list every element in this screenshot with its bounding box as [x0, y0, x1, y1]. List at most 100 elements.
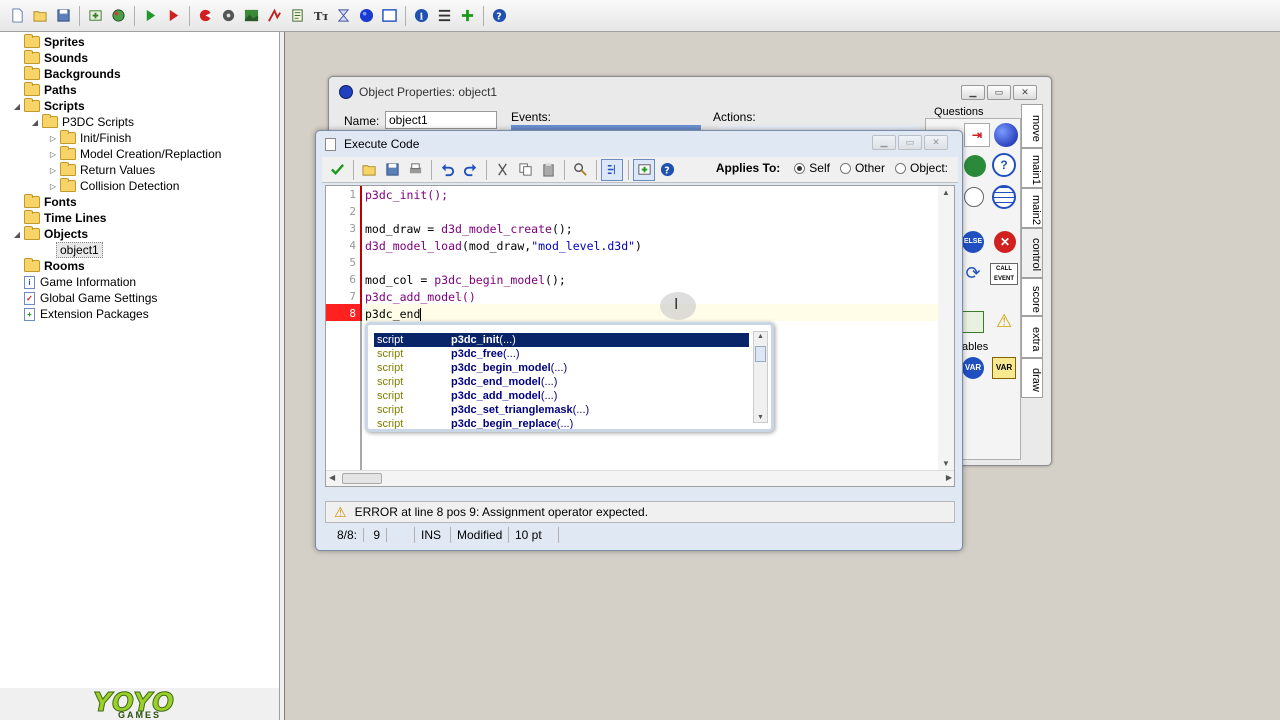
tab-draw[interactable]: draw	[1021, 358, 1043, 398]
create-object-icon[interactable]	[355, 5, 377, 27]
dice-icon[interactable]	[964, 155, 986, 177]
expanded-arrow-icon[interactable]: ◢	[30, 118, 40, 127]
scroll-up-arrow-icon[interactable]: ▲	[942, 188, 950, 197]
scroll-thumb[interactable]	[342, 473, 382, 484]
tree-item-paths[interactable]: Paths	[12, 82, 77, 98]
create-room-icon[interactable]	[378, 5, 400, 27]
autocomplete-item[interactable]: script p3dc_set_trianglemask (...)	[374, 403, 749, 417]
tree-item-sprites[interactable]: Sprites	[12, 34, 85, 50]
expanded-arrow-icon[interactable]: ◢	[12, 102, 22, 111]
call-event-icon[interactable]: CALL EVENT	[990, 263, 1018, 285]
search-icon[interactable]	[569, 159, 591, 181]
maximize-button[interactable]: ▭	[987, 85, 1011, 100]
create-background-icon[interactable]	[240, 5, 262, 27]
tree-item-object1[interactable]: object1	[56, 242, 103, 258]
paste-icon[interactable]	[537, 159, 559, 181]
tree-item-fonts[interactable]: Fonts	[12, 194, 77, 210]
tree-item-p3dc-scripts[interactable]: ◢ P3DC Scripts	[30, 114, 134, 130]
self-radio[interactable]	[794, 162, 806, 174]
close-button[interactable]: ✕	[924, 135, 948, 150]
cut-icon[interactable]	[491, 159, 513, 181]
other-radio[interactable]	[839, 162, 851, 174]
create-font-icon[interactable]: Tт	[309, 5, 331, 27]
debug-run-icon[interactable]	[162, 5, 184, 27]
syntax-check-icon[interactable]	[601, 158, 623, 181]
autocomplete-item[interactable]: script p3dc_begin_replace (...)	[374, 417, 749, 429]
autocomplete-item[interactable]: script p3dc_begin_model (...)	[374, 361, 749, 375]
save-icon[interactable]	[381, 159, 403, 181]
tree-item-objects[interactable]: ◢ Objects	[12, 226, 88, 242]
tab-main2[interactable]: main2	[1021, 188, 1043, 228]
tree-item-game-information[interactable]: i Game Information	[24, 274, 136, 290]
stop-icon[interactable]: ✕	[994, 231, 1016, 253]
create-timeline-icon[interactable]	[332, 5, 354, 27]
save-icon[interactable]	[52, 5, 74, 27]
globe-icon[interactable]	[107, 5, 129, 27]
collapsed-arrow-icon[interactable]: ▷	[48, 182, 58, 191]
tree-item-model-creation[interactable]: ▷ Model Creation/Replaction	[48, 146, 221, 162]
clock-icon[interactable]	[964, 187, 984, 207]
open-folder-icon[interactable]	[29, 5, 51, 27]
checkmark-icon[interactable]	[326, 159, 348, 181]
extension-icon[interactable]	[456, 5, 478, 27]
name-field[interactable]: object1	[385, 111, 497, 129]
repeat-icon[interactable]: ⟳	[962, 263, 984, 285]
collapsed-arrow-icon[interactable]: ▷	[48, 150, 58, 159]
tree-item-backgrounds[interactable]: Backgrounds	[12, 66, 121, 82]
tree-item-sounds[interactable]: Sounds	[12, 50, 88, 66]
vertical-scrollbar[interactable]: ▲ ▼	[938, 186, 954, 470]
run-icon[interactable]	[139, 5, 161, 27]
tab-main1[interactable]: main1	[1021, 148, 1043, 188]
autocomplete-item[interactable]: script p3dc_add_model (...)	[374, 389, 749, 403]
maximize-button[interactable]: ▭	[898, 135, 922, 150]
open-folder-icon[interactable]	[358, 159, 380, 181]
redo-icon[interactable]	[459, 159, 481, 181]
collapsed-arrow-icon[interactable]: ▷	[48, 134, 58, 143]
tree-item-collision-detection[interactable]: ▷ Collision Detection	[48, 178, 179, 194]
tree-item-init-finish[interactable]: ▷ Init/Finish	[48, 130, 131, 146]
scroll-left-arrow-icon[interactable]: ◀	[329, 473, 335, 482]
tree-item-scripts[interactable]: ◢ Scripts	[12, 98, 85, 114]
warning-icon[interactable]: ⚠	[996, 311, 1012, 332]
tab-control[interactable]: control	[1021, 228, 1043, 278]
tree-item-extension-packages[interactable]: + Extension Packages	[24, 306, 149, 322]
object-radio[interactable]	[894, 162, 906, 174]
publish-icon[interactable]	[84, 5, 106, 27]
grid-icon[interactable]	[992, 185, 1016, 209]
copy-icon[interactable]	[514, 159, 536, 181]
scroll-right-arrow-icon[interactable]: ▶	[946, 473, 952, 482]
close-button[interactable]: ✕	[1013, 85, 1037, 100]
draw-var-icon[interactable]: VAR	[992, 357, 1016, 379]
tab-score[interactable]: score	[1021, 278, 1043, 316]
game-settings-icon[interactable]	[433, 5, 455, 27]
tab-move[interactable]: move	[1021, 104, 1043, 148]
horizontal-scrollbar[interactable]: ◀ ▶	[326, 470, 954, 486]
blue-ball-icon[interactable]	[994, 123, 1018, 147]
create-script-icon[interactable]	[286, 5, 308, 27]
create-sprite-icon[interactable]	[194, 5, 216, 27]
else-icon[interactable]: ELSE	[962, 231, 984, 253]
print-icon[interactable]	[404, 159, 426, 181]
expanded-arrow-icon[interactable]: ◢	[12, 230, 22, 239]
autocomplete-popup[interactable]: script p3dc_init (...) script p3dc_free (.…	[365, 322, 774, 432]
scroll-thumb[interactable]	[755, 346, 766, 362]
create-path-icon[interactable]	[263, 5, 285, 27]
help-icon[interactable]: ?	[656, 159, 678, 181]
scroll-down-arrow-icon[interactable]: ▼	[942, 459, 950, 468]
tree-item-time-lines[interactable]: Time Lines	[12, 210, 106, 226]
undo-icon[interactable]	[436, 159, 458, 181]
help-icon[interactable]: ?	[488, 5, 510, 27]
new-file-icon[interactable]	[6, 5, 28, 27]
tree-item-return-values[interactable]: ▷ Return Values	[48, 162, 155, 178]
scroll-up-arrow-icon[interactable]: ▲	[757, 333, 764, 340]
var-icon[interactable]: VAR	[962, 357, 984, 379]
autocomplete-item[interactable]: script p3dc_init (...)	[374, 333, 749, 347]
autocomplete-item[interactable]: script p3dc_free (...)	[374, 347, 749, 361]
game-info-icon[interactable]: i	[410, 5, 432, 27]
question-icon[interactable]: ?	[992, 153, 1016, 177]
tree-item-global-game-settings[interactable]: ✓ Global Game Settings	[24, 290, 157, 306]
scroll-down-arrow-icon[interactable]: ▼	[757, 414, 764, 421]
autocomplete-item[interactable]: script p3dc_end_model (...)	[374, 375, 749, 389]
show-functions-icon[interactable]	[633, 158, 655, 181]
tree-item-rooms[interactable]: Rooms	[12, 258, 85, 274]
